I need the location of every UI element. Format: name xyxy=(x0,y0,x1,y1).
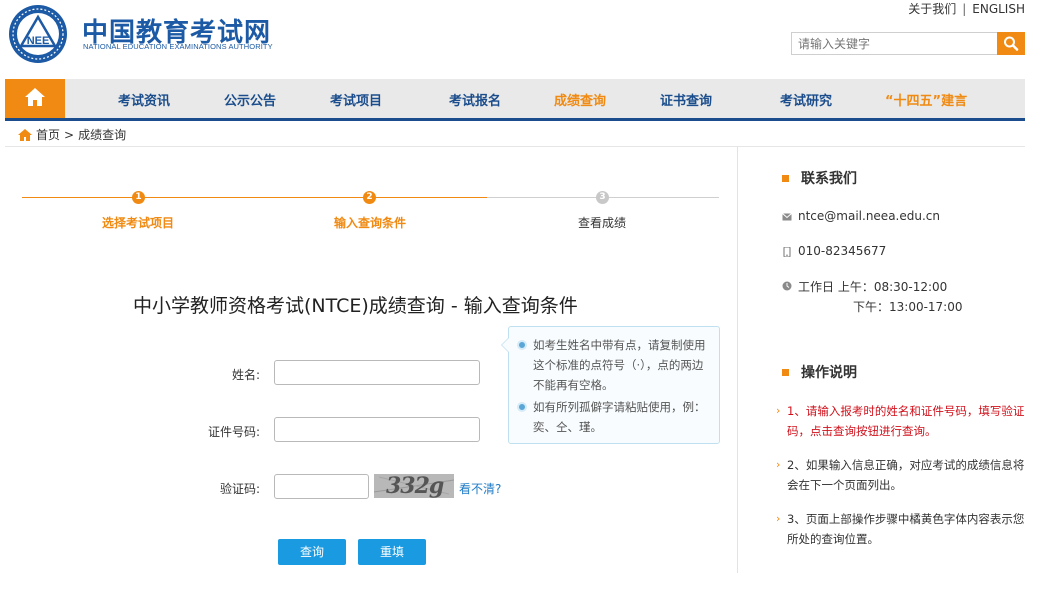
tip-item: 如有所列孤僻字请粘贴使用，例：奕、仝、瑾。 xyxy=(517,397,713,437)
square-bullet-icon xyxy=(782,174,789,182)
nav-item-certificate-query[interactable]: 证书查询 xyxy=(660,90,712,109)
clock-icon xyxy=(782,281,792,291)
tip-arrow xyxy=(501,337,509,353)
breadcrumb-current: 成绩查询 xyxy=(78,128,127,142)
nav-item-exam-news[interactable]: 考试资讯 xyxy=(118,90,170,109)
captcha-image[interactable]: 332g xyxy=(374,474,454,498)
nav-item-score-query[interactable]: 成绩查询 xyxy=(554,90,606,109)
captcha-label: 验证码: xyxy=(219,482,260,496)
captcha-text: 332g xyxy=(386,474,444,498)
progress-line-done xyxy=(22,197,487,198)
info-bullet-icon xyxy=(517,402,527,412)
step-3-label: 查看成绩 xyxy=(578,216,627,230)
id-number-label: 证件号码: xyxy=(207,425,260,439)
site-name-en: NATIONAL EDUCATION EXAMINATIONS AUTHORIT… xyxy=(83,42,273,51)
home-icon xyxy=(18,128,32,141)
hours-morning: 工作日 上午：08:30-12:00 xyxy=(798,280,948,294)
reset-button[interactable]: 重填 xyxy=(358,539,426,565)
main-nav: 考试资讯 公示公告 考试项目 考试报名 成绩查询 证书查询 考试研究 “十四五”… xyxy=(5,79,1025,118)
page-title: 中小学教师资格考试(NTCE)成绩查询 - 输入查询条件 xyxy=(133,295,578,317)
chevron-right-icon: › xyxy=(776,512,781,525)
sidebar-divider xyxy=(737,147,738,573)
submit-button[interactable]: 查询 xyxy=(278,539,346,565)
nav-item-registration[interactable]: 考试报名 xyxy=(449,90,501,109)
step-1-dot: 1 xyxy=(132,191,145,204)
instruction-item: › 1、请输入报考时的姓名和证件号码，填写验证码，点击查询按钮进行查询。 xyxy=(776,401,1028,441)
search-input[interactable] xyxy=(791,32,997,55)
chevron-right-icon: › xyxy=(776,404,781,417)
search-icon xyxy=(1004,36,1019,51)
id-number-input[interactable] xyxy=(274,417,480,442)
tip-item: 如考生姓名中带有点，请复制使用这个标准的点符号（·），点的两边不能再有空格。 xyxy=(517,335,713,395)
name-input[interactable] xyxy=(274,360,480,385)
instruction-item: › 2、如果输入信息正确，对应考试的成绩信息将会在下一个页面列出。 xyxy=(776,455,1028,495)
neea-logo[interactable]: NEE xyxy=(6,4,70,64)
step-1-label: 选择考试项目 xyxy=(102,216,175,230)
instruction-item: › 3、页面上部操作步骤中橘黄色字体内容表示您所处的查询位置。 xyxy=(776,509,1028,549)
step-2-label: 输入查询条件 xyxy=(334,216,407,230)
instructions-title: 操作说明 xyxy=(782,362,857,382)
nav-item-exam-research[interactable]: 考试研究 xyxy=(780,90,832,109)
logo-text: NEE xyxy=(27,35,50,47)
contact-email: ntce@mail.neea.edu.cn xyxy=(782,209,940,223)
phone-icon xyxy=(783,247,791,257)
refresh-captcha-link[interactable]: 看不清? xyxy=(459,480,501,497)
breadcrumb: 首页 > 成绩查询 xyxy=(18,126,126,143)
home-button[interactable] xyxy=(5,79,65,118)
nav-item-exam-programs[interactable]: 考试项目 xyxy=(330,90,382,109)
contact-hours: 工作日 上午：08:30-12:00 下午：13:00-17:00 xyxy=(782,278,963,315)
search-box xyxy=(791,32,1025,55)
contact-phone: 010-82345677 xyxy=(782,244,886,258)
nav-item-suggestions[interactable]: “十四五”建言 xyxy=(885,90,967,109)
hours-afternoon: 下午：13:00-17:00 xyxy=(853,300,963,314)
nav-item-announcements[interactable]: 公示公告 xyxy=(224,90,276,109)
captcha-input[interactable] xyxy=(274,474,369,499)
step-2-dot: 2 xyxy=(363,191,376,204)
info-bullet-icon xyxy=(517,340,527,350)
input-tip: 如考生姓名中带有点，请复制使用这个标准的点符号（·），点的两边不能再有空格。 如… xyxy=(501,326,720,444)
nav-underline xyxy=(5,118,1025,121)
breadcrumb-separator: > xyxy=(64,127,75,142)
breadcrumb-home[interactable]: 首页 xyxy=(36,126,60,143)
top-links: 关于我们 | ENGLISH xyxy=(908,0,1025,17)
name-label: 姓名: xyxy=(231,368,260,382)
step-3-dot: 3 xyxy=(596,191,609,204)
home-icon xyxy=(25,88,45,106)
chevron-right-icon: › xyxy=(776,458,781,471)
contact-title: 联系我们 xyxy=(782,168,857,188)
top-links-separator: | xyxy=(962,2,967,16)
mail-icon xyxy=(782,213,792,221)
search-button[interactable] xyxy=(997,32,1025,55)
about-link[interactable]: 关于我们 xyxy=(908,2,956,16)
square-bullet-icon xyxy=(782,368,789,376)
divider xyxy=(5,146,1025,147)
english-link[interactable]: ENGLISH xyxy=(972,2,1025,16)
